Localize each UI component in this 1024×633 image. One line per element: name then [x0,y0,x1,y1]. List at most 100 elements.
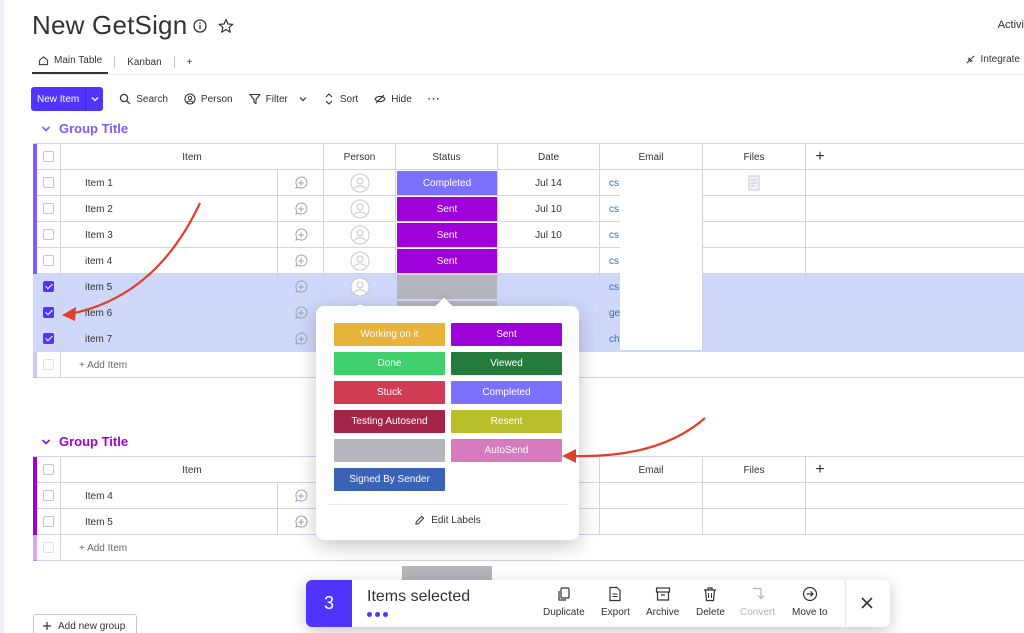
column-header-files[interactable]: Files [703,144,806,170]
close-icon[interactable] [857,593,877,613]
status-label-option[interactable]: Stuck [334,381,445,404]
row-checkbox[interactable] [43,281,54,292]
files-cell[interactable] [703,326,806,352]
row-checkbox[interactable] [43,516,54,527]
row-checkbox[interactable] [43,255,54,266]
search-button[interactable]: Search [119,93,168,105]
item-name[interactable]: item 6 [61,300,278,326]
status-label-option[interactable]: AutoSend [451,439,562,462]
person-placeholder-icon[interactable] [350,173,370,193]
column-header-date[interactable]: Date [498,144,600,170]
column-header-email[interactable]: Email [600,144,703,170]
add-column-button[interactable]: + [806,144,834,170]
date-cell[interactable] [498,248,600,274]
files-cell[interactable] [703,300,806,326]
archive-button[interactable]: Archive [646,586,679,618]
delete-button[interactable]: Delete [696,586,725,618]
table-row[interactable]: Item 2 Sent Jul 10 cs [33,196,1024,222]
group-title[interactable]: Group Title [41,434,128,449]
column-header-files[interactable]: Files [703,457,806,483]
status-label-option[interactable]: Signed By Sender [334,468,445,491]
tab-main-table[interactable]: Main Table [32,50,109,74]
info-icon[interactable] [192,18,208,34]
table-row[interactable]: Item 1 Completed Jul 14 cs [33,170,1024,196]
add-new-group-button[interactable]: Add new group [33,614,137,633]
item-updates-cell[interactable] [278,274,324,300]
row-checkbox[interactable] [43,490,54,501]
add-update-icon[interactable] [294,489,308,503]
person-placeholder-icon[interactable] [350,251,370,271]
item-name[interactable]: item 4 [61,248,278,274]
row-checkbox[interactable] [43,307,54,318]
status-label-option[interactable] [334,439,445,462]
item-updates-cell[interactable] [278,222,324,248]
person-placeholder-icon[interactable] [350,199,370,219]
table-row[interactable]: Item 3 Sent Jul 10 cs [33,222,1024,248]
star-icon[interactable] [218,18,234,34]
status-cell[interactable]: Sent [397,223,497,247]
status-label-option[interactable]: Completed [451,381,562,404]
add-view-button[interactable]: + [181,52,199,72]
filter-button[interactable]: Filter [249,93,307,105]
person-filter-button[interactable]: Person [184,93,233,105]
item-updates-cell[interactable] [278,248,324,274]
integrate-button[interactable]: Integrate [965,54,1020,65]
add-update-icon[interactable] [294,228,308,242]
chevron-down-icon[interactable] [41,437,51,447]
date-cell[interactable] [498,274,600,300]
files-cell[interactable] [703,222,806,248]
hide-button[interactable]: Hide [374,93,412,105]
date-cell[interactable]: Jul 10 [498,222,600,248]
files-cell[interactable] [703,196,806,222]
file-icon[interactable] [748,175,760,191]
date-cell[interactable]: Jul 14 [498,170,600,196]
chevron-down-icon[interactable] [85,87,103,111]
person-placeholder-icon[interactable] [350,277,370,297]
convert-button[interactable]: Convert [740,586,775,618]
column-header-item[interactable]: Item [61,457,324,483]
add-update-icon[interactable] [294,515,308,529]
sort-button[interactable]: Sort [323,93,358,105]
files-cell[interactable] [703,483,806,509]
files-cell[interactable] [703,248,806,274]
row-checkbox[interactable] [43,333,54,344]
status-cell[interactable]: Completed [397,171,497,195]
item-name[interactable]: Item 5 [61,509,278,535]
column-header-email[interactable]: Email [600,457,703,483]
date-cell[interactable]: Jul 10 [498,196,600,222]
item-name[interactable]: Item 1 [61,170,278,196]
duplicate-button[interactable]: Duplicate [543,586,585,618]
item-name[interactable]: item 7 [61,326,278,352]
item-updates-cell[interactable] [278,196,324,222]
person-placeholder-icon[interactable] [350,225,370,245]
item-name[interactable]: Item 4 [61,483,278,509]
tab-kanban[interactable]: Kanban [121,52,167,72]
add-update-icon[interactable] [294,176,308,190]
add-update-icon[interactable] [294,254,308,268]
person-cell[interactable] [324,222,396,248]
files-cell[interactable] [703,274,806,300]
status-label-option[interactable]: Working on it [334,323,445,346]
more-options-button[interactable]: ··· [428,94,441,105]
person-cell[interactable] [324,170,396,196]
chevron-down-icon[interactable] [41,124,51,134]
add-update-icon[interactable] [294,306,308,320]
column-header-person[interactable]: Person [324,144,396,170]
group-title[interactable]: Group Title [41,121,128,136]
person-cell[interactable] [324,196,396,222]
new-item-button[interactable]: New Item [31,87,104,111]
status-cell[interactable]: Sent [397,197,497,221]
move-to-button[interactable]: Move to [792,586,828,618]
item-name[interactable]: Item 3 [61,222,278,248]
column-header-status[interactable]: Status [396,144,498,170]
person-cell[interactable] [324,248,396,274]
files-cell[interactable] [703,170,806,196]
email-cell[interactable] [600,509,703,535]
item-updates-cell[interactable] [278,170,324,196]
item-name[interactable]: item 5 [61,274,278,300]
person-cell[interactable] [324,274,396,300]
row-checkbox[interactable] [43,177,54,188]
chevron-down-icon[interactable] [299,95,307,103]
email-cell[interactable] [600,483,703,509]
add-update-icon[interactable] [294,280,308,294]
